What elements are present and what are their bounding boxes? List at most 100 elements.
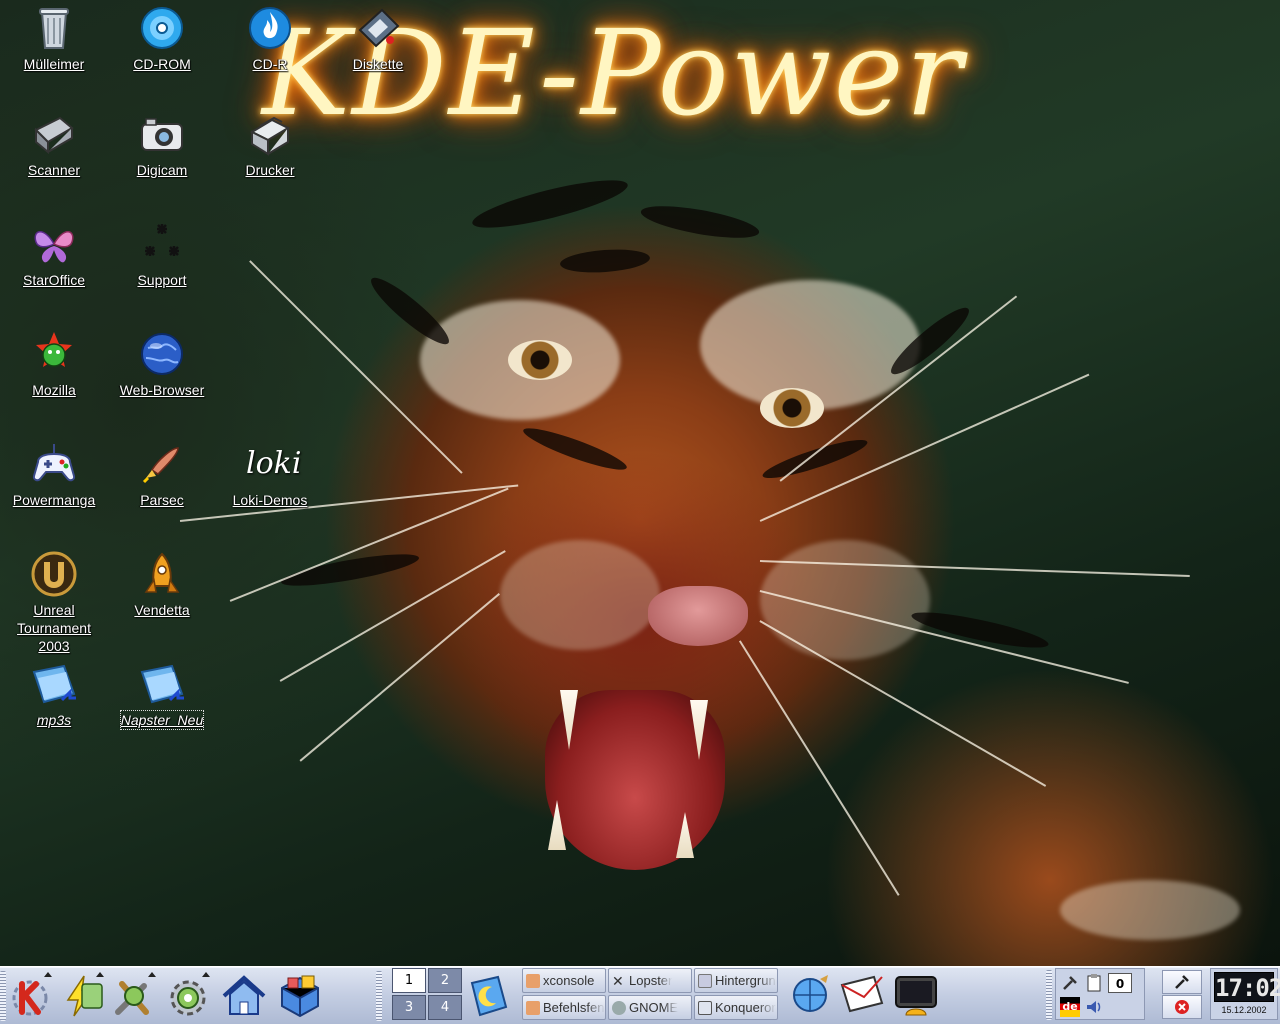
desktop-icon-mp3s[interactable]: mp3s	[0, 660, 108, 729]
desktop-icon-label: Napster_Neu	[119, 710, 205, 730]
desktop-icon-drucker[interactable]: Drucker	[216, 110, 324, 179]
desktop-icon-label: Digicam	[136, 162, 188, 178]
image-icon	[698, 973, 712, 988]
network-plug-icon[interactable]	[1060, 973, 1080, 993]
trash-icon	[39, 8, 69, 49]
menu-arrow-icon	[96, 972, 104, 977]
desktop-icon-mozilla[interactable]: Mozilla	[0, 330, 108, 399]
task-label: Lopster	[629, 973, 673, 988]
clipboard-icon[interactable]	[1084, 973, 1104, 993]
desktop-icon-label: Support	[137, 272, 187, 288]
tiger-eye	[760, 388, 824, 428]
desktop-icon-label: Vendetta	[134, 602, 190, 618]
mail-icon	[840, 975, 884, 1013]
desktop-icon-unreal[interactable]: Unreal Tournament 2003	[0, 550, 108, 655]
speaker-volume-icon[interactable]	[1084, 997, 1104, 1017]
desktop-icon-lokidemos[interactable]: loki Loki-Demos	[216, 440, 324, 509]
desktop-icon-label: Mülleimer	[23, 56, 85, 72]
kde-icon	[698, 1000, 712, 1015]
desktop-icon-staroffice[interactable]: StarOffice	[0, 220, 108, 289]
desktop-icon-digicam[interactable]: Digicam	[108, 110, 216, 179]
mozilla-icon	[36, 332, 72, 367]
desktop-icon-scanner[interactable]: Scanner	[0, 110, 108, 179]
unreal-icon	[31, 551, 77, 597]
task-button[interactable]: Befehlsfenster	[522, 995, 606, 1020]
desktop-icon-label: CD-R	[252, 56, 288, 72]
desktop-icon-cdrom[interactable]: CD-ROM	[108, 4, 216, 73]
pager-desktop-3[interactable]: 3	[392, 995, 426, 1020]
tiger-stripe	[909, 605, 1051, 655]
pager-handle[interactable]	[376, 971, 382, 1021]
fur-patch	[500, 540, 660, 650]
folder-link-icon	[140, 664, 184, 704]
loki-icon: loki	[246, 446, 302, 481]
pager-desktop-1[interactable]: 1	[392, 968, 426, 993]
camera-icon	[141, 118, 183, 151]
desktop-icon-cdr[interactable]: CD-R	[216, 4, 324, 73]
konsole-icon	[526, 973, 540, 988]
pager-desktop-4[interactable]: 4	[428, 995, 462, 1020]
launcher-settings[interactable]	[108, 970, 160, 1022]
window-list-button[interactable]	[462, 969, 514, 1021]
printer-icon	[249, 116, 291, 156]
launcher-package[interactable]	[274, 970, 326, 1022]
pager-desktop-2[interactable]: 2	[428, 968, 462, 993]
desktop-icon-label: CD-ROM	[133, 56, 191, 72]
task-button[interactable]: xconsole	[522, 968, 606, 993]
launcher-terminal[interactable]	[890, 969, 942, 1021]
tiger-stripe	[638, 199, 762, 245]
globe-icon	[793, 975, 828, 1012]
desktop-icon-support[interactable]: Support	[108, 220, 216, 289]
k-menu-button[interactable]	[4, 970, 56, 1022]
package-icon	[281, 975, 319, 1018]
folder-link-icon	[32, 664, 76, 704]
tiger-whisker	[739, 640, 900, 896]
floppy-icon	[358, 8, 400, 48]
task-button[interactable]: ✕ Lopster	[608, 968, 692, 993]
desktop-icon-label: Powermanga	[12, 492, 96, 508]
desktop-icon-muelleimer[interactable]: Mülleimer	[0, 4, 108, 73]
desktop-icon-webbrowser[interactable]: Web-Browser	[108, 330, 216, 399]
scanner-icon	[34, 116, 74, 155]
launcher-power[interactable]	[56, 970, 108, 1022]
clock-time: 17:02	[1214, 972, 1280, 1002]
keyboard-layout-indicator[interactable]: de	[1060, 997, 1080, 1017]
desktop-icon-label: Parsec	[140, 492, 184, 508]
support-icon	[145, 224, 179, 256]
launcher-browser[interactable]	[784, 969, 836, 1021]
desktop-icon-vendetta[interactable]: Vendetta	[108, 550, 216, 619]
logout-button[interactable]	[1162, 995, 1202, 1019]
tiger-whisker	[759, 620, 1047, 787]
vendetta-ship-icon	[144, 552, 180, 593]
clock-date: 15.12.2002	[1221, 1005, 1267, 1015]
lock-screen-button[interactable]	[1162, 970, 1202, 994]
launcher-home[interactable]	[218, 970, 270, 1022]
panel-clock[interactable]: 17:02 15.12.2002	[1210, 968, 1280, 1020]
desktop-icon-diskette[interactable]: Diskette	[324, 4, 432, 73]
desktop-icon-parsec[interactable]: Parsec	[108, 440, 216, 509]
fur-patch	[760, 540, 930, 660]
desktop-icon-label: Diskette	[352, 56, 404, 72]
cdr-burn-icon	[249, 7, 291, 49]
tiger-stripe	[468, 171, 632, 237]
desktop-icon-powermanga[interactable]: Powermanga	[0, 440, 108, 509]
k-menu-icon	[12, 980, 48, 1016]
desktop-icon-label: Loki-Demos	[232, 492, 308, 508]
task-label: Befehlsfenster	[543, 1000, 605, 1015]
butterfly-icon	[34, 231, 74, 263]
klipper-counter[interactable]: 0	[1108, 973, 1132, 993]
desktop-icon-napster[interactable]: Napster_Neu	[108, 660, 216, 730]
taskbar: xconsole ✕ Lopster Hintergrund Befehlsfe…	[522, 968, 778, 1020]
globe-icon	[141, 333, 183, 375]
launcher-mail[interactable]	[836, 969, 888, 1021]
launcher-control-center[interactable]	[162, 970, 214, 1022]
gamepad-icon	[32, 444, 76, 482]
lock-icon	[1175, 975, 1189, 989]
task-button[interactable]: GNOME	[608, 995, 692, 1020]
desktop-icon-label: mp3s	[36, 712, 72, 728]
task-button[interactable]: Konqueror	[694, 995, 778, 1020]
task-button[interactable]: Hintergrund	[694, 968, 778, 993]
tiger-stripe	[279, 547, 421, 593]
tiger-stripe	[364, 270, 456, 352]
tray-handle[interactable]	[1046, 970, 1052, 1020]
